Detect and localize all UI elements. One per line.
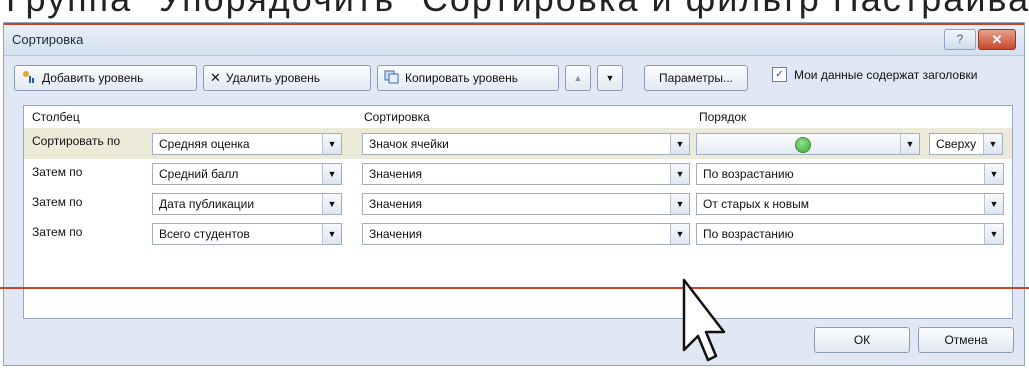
header-order: Порядок [699,110,747,124]
chevron-down-icon[interactable]: ▼ [984,164,1003,184]
headers-checkbox-wrap[interactable]: ✓ Мои данные содержат заголовки [772,67,977,82]
dialog-title: Сортировка [12,32,84,47]
chevron-down-icon[interactable]: ▼ [670,134,689,154]
order-select[interactable]: От старых к новым ▼ [696,193,1004,215]
green-circle-icon [795,137,811,153]
chevron-down-icon[interactable]: ▼ [670,164,689,184]
move-up-button[interactable]: ▲ [565,65,591,91]
sort-level-row[interactable]: Затем по Средний балл ▼ Значения ▼ По во… [24,159,1012,190]
header-sort-on: Сортировка [364,110,430,124]
column-select[interactable]: Всего студентов ▼ [152,223,342,245]
chevron-down-icon[interactable]: ▼ [670,224,689,244]
row-label: Затем по [32,195,83,209]
headers-checkbox[interactable]: ✓ [772,67,787,82]
chevron-down-icon[interactable]: ▼ [984,224,1003,244]
sort-on-select[interactable]: Значок ячейки ▼ [362,133,690,155]
header-column: Столбец [32,110,80,124]
add-level-label: Добавить уровень [42,71,144,85]
column-select[interactable]: Средний балл ▼ [152,163,342,185]
chevron-down-icon[interactable]: ▼ [322,224,341,244]
copy-icon [384,70,400,87]
order-icon-select[interactable]: ▼ [696,133,920,155]
annotation-line-middle [0,287,1029,289]
row-label: Сортировать по [32,134,121,148]
row-label: Затем по [32,225,83,239]
chevron-down-icon[interactable]: ▼ [322,194,341,214]
annotation-line-top [4,23,1024,25]
chevron-down-icon[interactable]: ▼ [983,134,1002,154]
chevron-down-icon[interactable]: ▼ [322,134,341,154]
order-select[interactable]: По возрастанию ▼ [696,223,1004,245]
delete-icon: ✕ [210,70,221,85]
sort-on-select[interactable]: Значения ▼ [362,163,690,185]
sort-level-row[interactable]: Сортировать по Средняя оценка ▼ Значок я… [24,128,1012,159]
delete-level-label: Удалить уровень [225,71,321,85]
chevron-down-icon[interactable]: ▼ [984,194,1003,214]
sort-level-row[interactable]: Затем по Всего студентов ▼ Значения ▼ По… [24,219,1012,250]
background-document-strip: Группа "Упорядочить" Сортировка и фильтр… [0,0,1029,22]
add-level-button[interactable]: Добавить уровень [14,65,197,91]
position-select[interactable]: Сверху ▼ [929,133,1003,155]
sort-on-select[interactable]: Значения ▼ [362,193,690,215]
ok-button[interactable]: ОК [814,327,910,353]
move-down-button[interactable]: ▼ [597,65,623,91]
title-bar: Сортировка ? ✕ [4,23,1024,56]
sort-level-row[interactable]: Затем по Дата публикации ▼ Значения ▼ От… [24,189,1012,220]
copy-level-button[interactable]: Копировать уровень [377,65,559,91]
mouse-cursor-icon [676,274,726,368]
add-level-icon [21,70,37,87]
help-button[interactable]: ? [944,29,976,50]
chevron-down-icon[interactable]: ▼ [322,164,341,184]
column-select[interactable]: Дата публикации ▼ [152,193,342,215]
order-select[interactable]: По возрастанию ▼ [696,163,1004,185]
column-select[interactable]: Средняя оценка ▼ [152,133,342,155]
close-button[interactable]: ✕ [978,29,1016,50]
grid-header: Столбец Сортировка Порядок [24,106,1012,129]
copy-level-label: Копировать уровень [405,71,518,85]
chevron-down-icon[interactable]: ▼ [900,134,919,154]
sort-on-select[interactable]: Значения ▼ [362,223,690,245]
headers-checkbox-label: Мои данные содержат заголовки [794,67,978,82]
options-button[interactable]: Параметры... [644,65,748,91]
delete-level-button[interactable]: ✕ Удалить уровень [203,65,371,91]
cancel-button[interactable]: Отмена [918,327,1014,353]
background-document-text: Группа "Упорядочить" Сортировка и фильтр… [6,0,1029,20]
row-label: Затем по [32,165,83,179]
sort-dialog: Сортировка ? ✕ Добавить уровень ✕ Удалит… [3,22,1025,366]
chevron-down-icon[interactable]: ▼ [670,194,689,214]
